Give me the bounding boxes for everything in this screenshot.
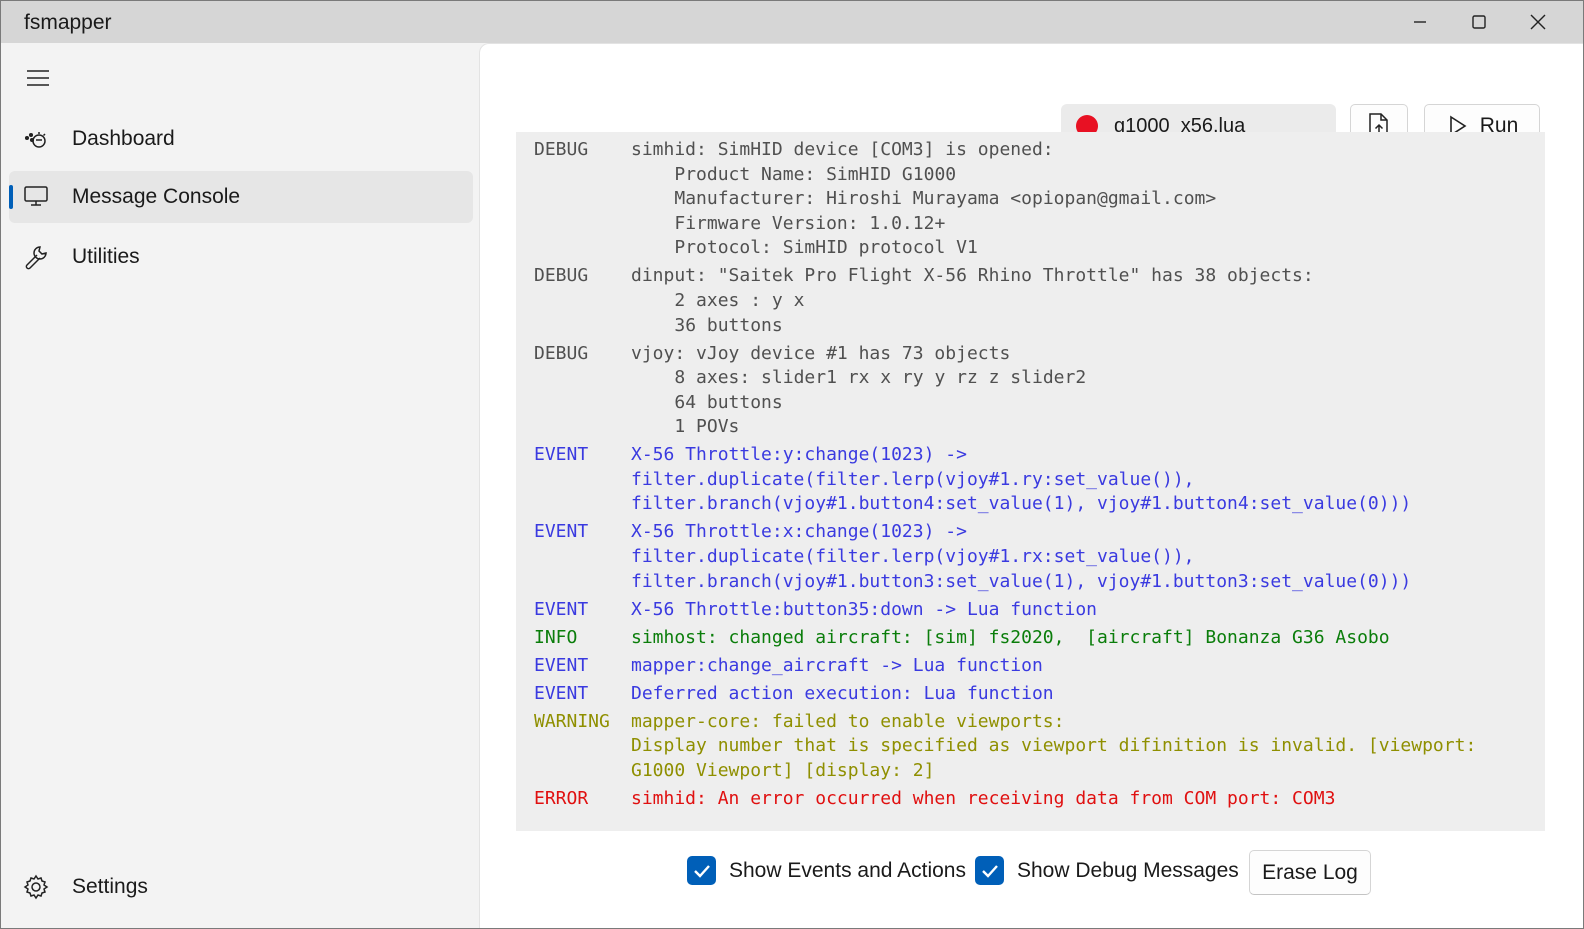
log-entry: DEBUG simhid: SimHID device [COM3] is ope…	[516, 138, 1545, 261]
dashboard-gauge-icon	[23, 126, 51, 152]
log-level: DEBUG	[534, 342, 589, 364]
message-console[interactable]: Throttle DEBUG simhid: SimHID device [COM3…	[516, 132, 1545, 831]
monitor-icon	[23, 184, 51, 210]
sidebar-item-dashboard[interactable]: Dashboard	[9, 113, 473, 165]
log-message: mapper-core: failed to enable viewports:…	[631, 710, 1477, 781]
log-entry: Throttle	[516, 132, 1545, 135]
log-level: INFO	[534, 626, 578, 648]
log-message: Deferred action execution: Lua function	[631, 682, 1054, 704]
log-level: EVENT	[534, 682, 589, 704]
log-level: EVENT	[534, 521, 589, 543]
log-level: EVENT	[534, 598, 589, 620]
log-entry: INFO simhost: changed aircraft: [sim] fs2…	[516, 626, 1545, 651]
log-entry: DEBUG vjoy: vJoy device #1 has 73 objects…	[516, 342, 1545, 440]
sidebar: Dashboard Message Console Utilities Sett…	[1, 43, 479, 928]
log-level	[516, 132, 631, 135]
log-message: X-56 Throttle:y:change(1023) -> filter.d…	[631, 444, 1412, 515]
checkbox-checked	[975, 856, 1004, 885]
log-message: dinput: "Saitek Pro Flight X-56 Rhino Th…	[631, 265, 1314, 336]
app-window: fsmapper Dashboard Message Console Utili…	[0, 0, 1584, 929]
erase-log-button[interactable]: Erase Log	[1249, 850, 1371, 895]
log-level: EVENT	[534, 444, 589, 466]
sidebar-item-message-console[interactable]: Message Console	[9, 171, 473, 223]
sidebar-item-label: Settings	[72, 875, 148, 898]
log-message: simhid: SimHID device [COM3] is opened: …	[631, 138, 1217, 259]
show-debug-label: Show Debug Messages	[1017, 858, 1239, 882]
log-entry: WARNING mapper-core: failed to enable vie…	[516, 710, 1545, 784]
log-message: vjoy: vJoy device #1 has 73 objects 8 ax…	[631, 342, 1087, 438]
show-events-label: Show Events and Actions	[729, 858, 966, 882]
checkbox-checked	[687, 856, 716, 885]
log-entry: DEBUG dinput: "Saitek Pro Flight X-56 Rhi…	[516, 264, 1545, 338]
checkmark-icon	[693, 864, 710, 878]
log-message: simhid: An error occurred when receiving…	[631, 787, 1336, 809]
show-events-checkbox[interactable]: Show Events and Actions	[687, 856, 966, 885]
active-indicator	[9, 185, 13, 209]
sidebar-item-utilities[interactable]: Utilities	[9, 231, 473, 283]
sidebar-item-label: Dashboard	[72, 127, 175, 150]
hamburger-icon	[27, 70, 49, 86]
sidebar-item-label: Message Console	[72, 185, 241, 208]
log-level: WARNING	[534, 710, 610, 732]
minimize-button[interactable]	[1391, 1, 1449, 43]
menu-toggle-button[interactable]	[25, 67, 51, 89]
log-entry: ERROR simhid: An error occurred when rece…	[516, 787, 1545, 812]
log-entry: EVENT X-56 Throttle:y:change(1023) -> fil…	[516, 443, 1545, 517]
log-level: DEBUG	[534, 138, 589, 160]
app-title: fsmapper	[24, 11, 112, 34]
sidebar-item-label: Utilities	[72, 245, 140, 268]
log-entry: EVENT X-56 Throttle:button35:down -> Lua …	[516, 598, 1545, 623]
main-panel: g1000_x56.lua Run ThrottleDEBUGsimhid: S…	[479, 43, 1583, 928]
log-message: X-56 Throttle:button35:down -> Lua funct…	[631, 598, 1097, 620]
close-icon	[1530, 14, 1546, 30]
show-debug-checkbox[interactable]: Show Debug Messages	[975, 856, 1239, 885]
title-bar: fsmapper	[1, 1, 1583, 43]
maximize-icon	[1472, 15, 1486, 29]
gear-icon	[23, 874, 51, 900]
wrench-icon	[23, 244, 51, 270]
log-entry: EVENT mapper:change_aircraft -> Lua funct…	[516, 654, 1545, 679]
log-message: mapper:change_aircraft -> Lua function	[631, 654, 1043, 676]
maximize-button[interactable]	[1450, 1, 1508, 43]
console-log-list: Throttle DEBUG simhid: SimHID device [COM3…	[516, 132, 1545, 815]
console-footer: Show Events and Actions Show Debug Messa…	[480, 850, 1583, 896]
log-entry: EVENT Deferred action execution: Lua func…	[516, 682, 1545, 707]
log-message: simhost: changed aircraft: [sim] fs2020,…	[631, 626, 1390, 648]
checkmark-icon	[981, 864, 998, 878]
close-button[interactable]	[1509, 1, 1567, 43]
log-entry: EVENT X-56 Throttle:x:change(1023) -> fil…	[516, 520, 1545, 594]
log-level: ERROR	[534, 787, 589, 809]
minimize-icon	[1414, 21, 1426, 23]
log-level: DEBUG	[534, 265, 589, 287]
log-level: EVENT	[534, 654, 589, 676]
log-message: Throttle	[631, 132, 1545, 135]
log-message: X-56 Throttle:x:change(1023) -> filter.d…	[631, 521, 1412, 592]
sidebar-item-settings[interactable]: Settings	[9, 861, 473, 913]
